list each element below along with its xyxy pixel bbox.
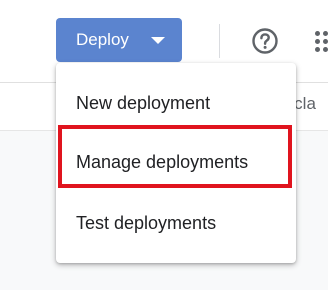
- menu-item-new-deployment[interactable]: New deployment: [56, 83, 296, 123]
- help-icon[interactable]: [251, 27, 279, 55]
- apps-grid-icon[interactable]: [313, 29, 328, 53]
- toolbar-separator: [219, 24, 220, 58]
- highlight-annotation: [58, 125, 292, 188]
- chevron-down-icon[interactable]: [151, 37, 165, 44]
- menu-item-test-deployments[interactable]: Test deployments: [56, 203, 296, 243]
- deploy-button-label: Deploy: [76, 30, 129, 49]
